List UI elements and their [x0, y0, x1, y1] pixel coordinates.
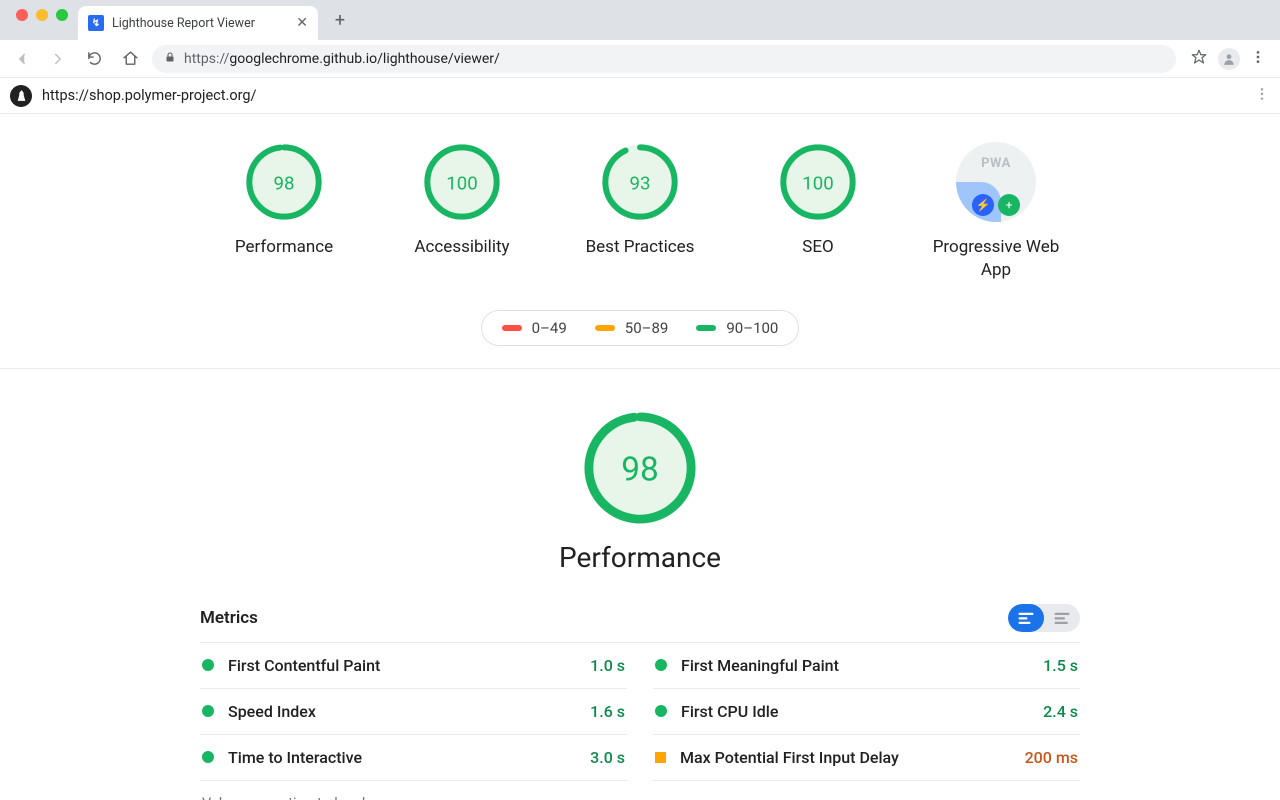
gauge-label: Accessibility [414, 236, 509, 259]
metric-value: 200 ms [1025, 748, 1078, 767]
fast-reliable-icon: ⚡ [972, 194, 994, 216]
metric-name: Speed Index [228, 702, 316, 721]
forward-button[interactable] [44, 45, 72, 73]
report-menu-button[interactable] [1254, 86, 1270, 106]
maximize-window-button[interactable] [56, 9, 68, 21]
url-text: https://googlechrome.github.io/lighthous… [184, 51, 500, 67]
gauge-label: Performance [235, 236, 333, 259]
metric-row[interactable]: First CPU Idle 2.4 s [653, 689, 1080, 735]
svg-text:98: 98 [621, 450, 659, 489]
browser-toolbar: https://googlechrome.github.io/lighthous… [0, 40, 1280, 78]
legend-swatch-green-icon [696, 325, 716, 331]
svg-text:100: 100 [446, 172, 477, 194]
category-gauges-row: 98 Performance 100 Accessibility 93 Best… [0, 114, 1280, 298]
close-tab-button[interactable]: ✕ [296, 15, 308, 31]
gauge-label: SEO [802, 236, 833, 259]
metric-name: Time to Interactive [228, 748, 362, 767]
gauge-pwa[interactable]: PWA ⚡ + Progressive Web App [931, 142, 1061, 282]
legend-fail: 0–49 [502, 319, 567, 337]
installable-icon: + [998, 194, 1020, 216]
performance-hero: 98 Performance [0, 409, 1280, 574]
address-bar[interactable]: https://googlechrome.github.io/lighthous… [152, 45, 1176, 73]
metric-value: 3.0 s [590, 748, 625, 767]
minimize-window-button[interactable] [36, 9, 48, 21]
close-window-button[interactable] [16, 9, 28, 21]
browser-tab[interactable]: ↯ Lighthouse Report Viewer ✕ [78, 6, 318, 40]
metric-name: First Contentful Paint [228, 656, 380, 675]
metric-value: 1.6 s [590, 702, 625, 721]
metric-row[interactable]: First Contentful Paint 1.0 s [200, 643, 627, 689]
metric-name: First CPU Idle [681, 702, 778, 721]
svg-text:100: 100 [802, 172, 833, 194]
chrome-menu-button[interactable] [1250, 49, 1266, 69]
metrics-disclaimer: Values are estimated and may vary. [200, 781, 1080, 800]
home-button[interactable] [116, 45, 144, 73]
toolbar-right [1184, 48, 1272, 70]
score-legend: 0–49 50–89 90–100 [481, 310, 800, 346]
view-toggle-expanded-button[interactable] [1008, 604, 1044, 632]
metric-row[interactable]: Max Potential First Input Delay 200 ms [653, 735, 1080, 781]
metrics-grid: First Contentful Paint 1.0 s Speed Index… [200, 642, 1080, 781]
gauge-accessibility[interactable]: 100 Accessibility [397, 142, 527, 282]
gauge-seo[interactable]: 100 SEO [753, 142, 883, 282]
lock-icon [164, 50, 176, 67]
pass-indicator-icon [202, 751, 214, 763]
metrics-section: Metrics First Contentful Paint 1.0 s [200, 604, 1080, 800]
metric-value: 1.5 s [1043, 656, 1078, 675]
legend-pass: 90–100 [696, 319, 778, 337]
metrics-heading: Metrics [200, 608, 258, 628]
performance-big-gauge: 98 [581, 409, 699, 527]
bookmark-star-icon[interactable] [1190, 48, 1208, 70]
legend-average: 50–89 [595, 319, 669, 337]
metric-name: First Meaningful Paint [681, 656, 839, 675]
metric-name: Max Potential First Input Delay [680, 748, 899, 767]
metric-row[interactable]: Speed Index 1.6 s [200, 689, 627, 735]
gauge-performance[interactable]: 98 Performance [219, 142, 349, 282]
report-header-bar: https://shop.polymer-project.org/ [0, 78, 1280, 114]
svg-text:93: 93 [630, 172, 651, 194]
view-toggle-compact-button[interactable] [1044, 604, 1080, 632]
lighthouse-logo-icon [10, 85, 32, 107]
performance-title: Performance [559, 541, 721, 574]
gauge-best-practices[interactable]: 93 Best Practices [575, 142, 705, 282]
metric-row[interactable]: First Meaningful Paint 1.5 s [653, 643, 1080, 689]
metrics-view-toggle [1008, 604, 1080, 632]
pwa-badge-icon: PWA ⚡ + [956, 142, 1036, 222]
gauge-label: Progressive Web App [931, 236, 1061, 282]
report-content[interactable]: 98 Performance 100 Accessibility 93 Best… [0, 114, 1280, 800]
pass-indicator-icon [202, 705, 214, 717]
metric-value: 1.0 s [590, 656, 625, 675]
tab-strip: ↯ Lighthouse Report Viewer ✕ + [0, 0, 1280, 40]
window-controls [10, 9, 78, 31]
legend-swatch-orange-icon [595, 325, 615, 331]
profile-avatar-button[interactable] [1218, 48, 1240, 70]
lighthouse-favicon-icon: ↯ [88, 15, 104, 31]
tab-title: Lighthouse Report Viewer [112, 16, 255, 31]
reload-button[interactable] [80, 45, 108, 73]
back-button[interactable] [8, 45, 36, 73]
average-indicator-icon [655, 752, 666, 763]
pass-indicator-icon [655, 705, 667, 717]
pass-indicator-icon [655, 659, 667, 671]
browser-chrome: ↯ Lighthouse Report Viewer ✕ + https://g… [0, 0, 1280, 78]
legend-swatch-red-icon [502, 325, 522, 331]
new-tab-button[interactable]: + [326, 6, 354, 34]
svg-text:98: 98 [274, 172, 295, 194]
performance-section: 98 Performance Metrics [0, 369, 1280, 800]
gauge-label: Best Practices [586, 236, 695, 259]
metric-row[interactable]: Time to Interactive 3.0 s [200, 735, 627, 781]
tested-url: https://shop.polymer-project.org/ [42, 87, 257, 104]
metric-value: 2.4 s [1043, 702, 1078, 721]
pass-indicator-icon [202, 659, 214, 671]
